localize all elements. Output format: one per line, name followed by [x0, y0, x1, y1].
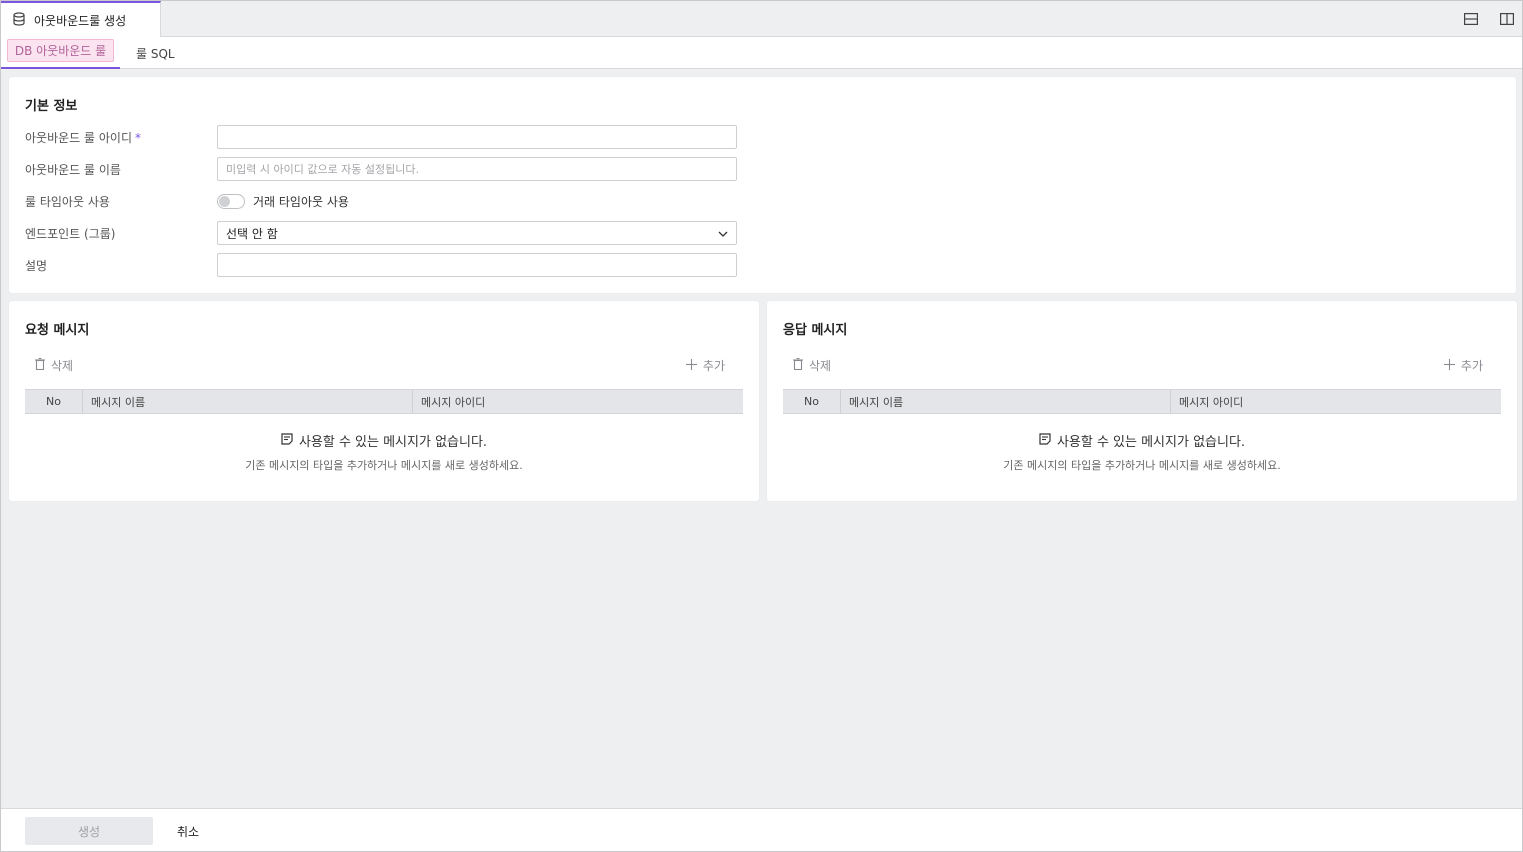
note-icon — [281, 432, 293, 449]
tab-db-outbound-rule[interactable]: DB 아웃바운드 룰 — [1, 37, 120, 69]
timeout-row: 룰 타임아웃 사용 거래 타임아웃 사용 — [25, 189, 349, 213]
tab-rule-sql[interactable]: 룰 SQL — [136, 37, 175, 69]
empty-title: 사용할 수 있는 메시지가 없습니다. — [1056, 435, 1246, 450]
request-toolbar: 삭제 추가 — [25, 357, 743, 379]
timeout-toggle-label: 거래 타임아웃 사용 — [253, 194, 349, 209]
empty-description: 기존 메시지의 타입을 추가하거나 메시지를 새로 생성하세요. — [1003, 459, 1281, 472]
chevron-down-icon — [718, 226, 728, 240]
response-delete-button[interactable]: 삭제 — [793, 357, 831, 374]
column-no[interactable]: No — [25, 390, 83, 413]
column-message-name[interactable]: 메시지 이름 — [83, 390, 413, 413]
trash-icon — [793, 357, 803, 373]
rule-name-row: 아웃바운드 룰 이름 — [25, 157, 737, 181]
column-message-id[interactable]: 메시지 아이디 — [413, 390, 743, 413]
rule-id-label: 아웃바운드 룰 아이디 * — [25, 130, 141, 145]
response-empty-state: 사용할 수 있는 메시지가 없습니다. 기존 메시지의 타입을 추가하거나 메시… — [783, 431, 1501, 473]
empty-title: 사용할 수 있는 메시지가 없습니다. — [298, 435, 488, 450]
plus-icon — [685, 358, 697, 373]
empty-description: 기존 메시지의 타입을 추가하거나 메시지를 새로 생성하세요. — [245, 459, 523, 472]
response-message-title: 응답 메시지 — [783, 323, 848, 338]
sub-tabs: DB 아웃바운드 룰 룰 SQL — [1, 37, 1522, 69]
description-input[interactable] — [217, 253, 737, 277]
column-message-id[interactable]: 메시지 아이디 — [1171, 390, 1501, 413]
endpoint-row: 엔드포인트 (그룹) 선택 안 함 — [25, 221, 737, 245]
column-message-name[interactable]: 메시지 이름 — [841, 390, 1171, 413]
request-message-panel: 요청 메시지 삭제 추가 No 메시지 이름 메시지 아이디 사용할 수 있는 … — [9, 301, 759, 501]
request-empty-state: 사용할 수 있는 메시지가 없습니다. 기존 메시지의 타입을 추가하거나 메시… — [25, 431, 743, 473]
endpoint-selected-value: 선택 안 함 — [226, 226, 278, 241]
document-tab-title: 아웃바운드룰 생성 — [34, 13, 127, 28]
create-button[interactable]: 생성 — [25, 817, 153, 845]
column-no[interactable]: No — [783, 390, 841, 413]
endpoint-select[interactable]: 선택 안 함 — [217, 221, 737, 245]
request-grid-header: No 메시지 이름 메시지 아이디 — [25, 389, 743, 414]
description-row: 설명 — [25, 253, 737, 277]
description-label: 설명 — [25, 258, 48, 273]
footer-bar: 생성 취소 — [1, 808, 1522, 851]
response-add-button[interactable]: 추가 — [1443, 357, 1483, 374]
request-delete-button[interactable]: 삭제 — [35, 357, 73, 374]
timeout-toggle[interactable] — [217, 193, 245, 209]
response-toolbar: 삭제 추가 — [783, 357, 1501, 379]
tab-rule-sql-label: 룰 SQL — [136, 46, 175, 61]
response-grid-header: No 메시지 이름 메시지 아이디 — [783, 389, 1501, 414]
rule-id-input[interactable] — [217, 125, 737, 149]
rule-name-label: 아웃바운드 룰 이름 — [25, 162, 121, 177]
timeout-label: 룰 타임아웃 사용 — [25, 194, 110, 209]
cancel-button[interactable]: 취소 — [169, 817, 207, 845]
tab-db-outbound-rule-label: DB 아웃바운드 룰 — [6, 38, 115, 62]
required-mark: * — [135, 130, 141, 145]
basic-info-panel: 기본 정보 아웃바운드 룰 아이디* 아웃바운드 룰 이름 룰 타임아웃 사용 … — [9, 77, 1516, 293]
note-icon — [1039, 432, 1051, 449]
plus-icon — [1443, 358, 1455, 373]
request-add-button[interactable]: 추가 — [685, 357, 725, 374]
basic-info-title: 기본 정보 — [25, 99, 78, 114]
document-tabbar: 아웃바운드룰 생성 — [1, 1, 1522, 37]
rule-id-row: 아웃바운드 룰 아이디 * — [25, 125, 737, 149]
database-icon — [12, 11, 26, 29]
endpoint-label: 엔드포인트 (그룹) — [25, 226, 116, 241]
rule-name-input[interactable] — [217, 157, 737, 181]
split-horizontal-icon[interactable] — [1462, 10, 1480, 28]
request-message-title: 요청 메시지 — [25, 323, 90, 338]
response-message-panel: 응답 메시지 삭제 추가 No 메시지 이름 메시지 아이디 사용할 수 있는 … — [767, 301, 1517, 501]
split-vertical-icon[interactable] — [1498, 10, 1516, 28]
document-tab[interactable]: 아웃바운드룰 생성 — [1, 1, 161, 37]
toggle-knob — [219, 195, 230, 207]
trash-icon — [35, 357, 45, 373]
